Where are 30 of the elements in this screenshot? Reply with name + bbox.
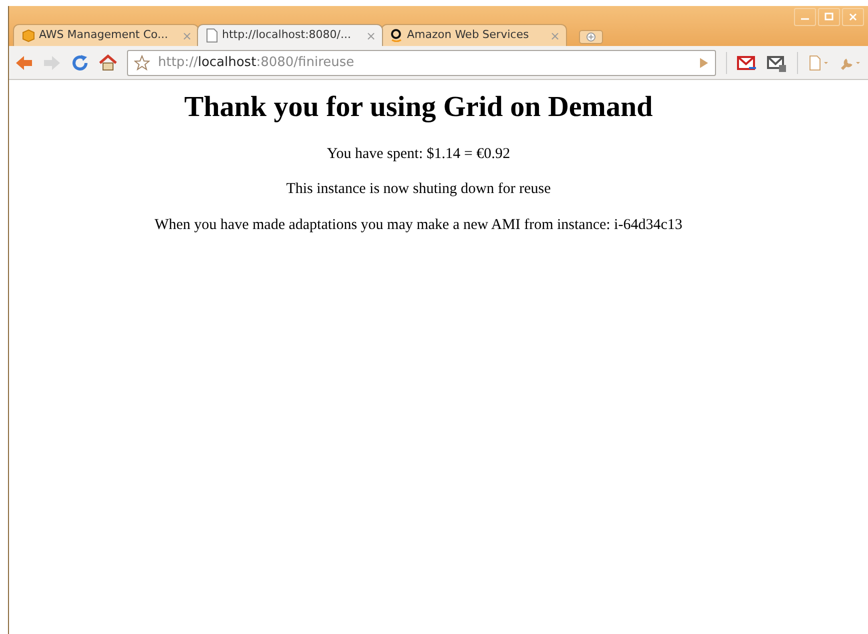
tab-title: AWS Management Co... (39, 27, 169, 44)
cube-icon (22, 29, 35, 42)
tab-title: Amazon Web Services (407, 27, 530, 44)
reload-icon[interactable] (71, 54, 89, 72)
close-button[interactable] (842, 8, 864, 26)
go-icon[interactable] (699, 56, 709, 68)
star-icon[interactable] (134, 54, 150, 70)
browser-tab[interactable]: Amazon Web Services × (381, 24, 567, 46)
close-icon (848, 12, 858, 22)
mail-icon[interactable] (737, 54, 757, 72)
maximize-icon (824, 12, 834, 22)
page-icon (206, 28, 218, 43)
new-tab-button[interactable] (579, 30, 603, 44)
address-bar[interactable]: http://localhost:8080/finireuse (127, 50, 716, 76)
home-icon[interactable] (99, 54, 117, 72)
page-paragraph: When you have made adaptations you may make a new AMI from instance: i-64d34c13 (154, 216, 682, 234)
page-menu-icon[interactable] (808, 54, 830, 70)
page-heading: Thank you for using Grid on Demand (184, 90, 653, 125)
page-paragraph: This instance is now shuting down for reuse (286, 180, 551, 199)
back-arrow-icon[interactable] (15, 54, 33, 70)
maximize-button[interactable] (818, 8, 840, 26)
page-paragraph: You have spent: $1.14 = €0.92 (326, 144, 510, 164)
plus-icon (586, 32, 596, 42)
mail-help-icon[interactable] (767, 54, 787, 72)
browser-tab[interactable]: AWS Management Co... × (13, 24, 199, 46)
tab-title: http://localhost:8080/... (222, 27, 352, 44)
minimize-button[interactable] (794, 8, 816, 26)
browser-tab[interactable]: http://localhost:8080/... × (197, 24, 383, 46)
amazon-logo-icon (390, 28, 403, 43)
url-text: http://localhost:8080/finireuse (158, 54, 356, 72)
